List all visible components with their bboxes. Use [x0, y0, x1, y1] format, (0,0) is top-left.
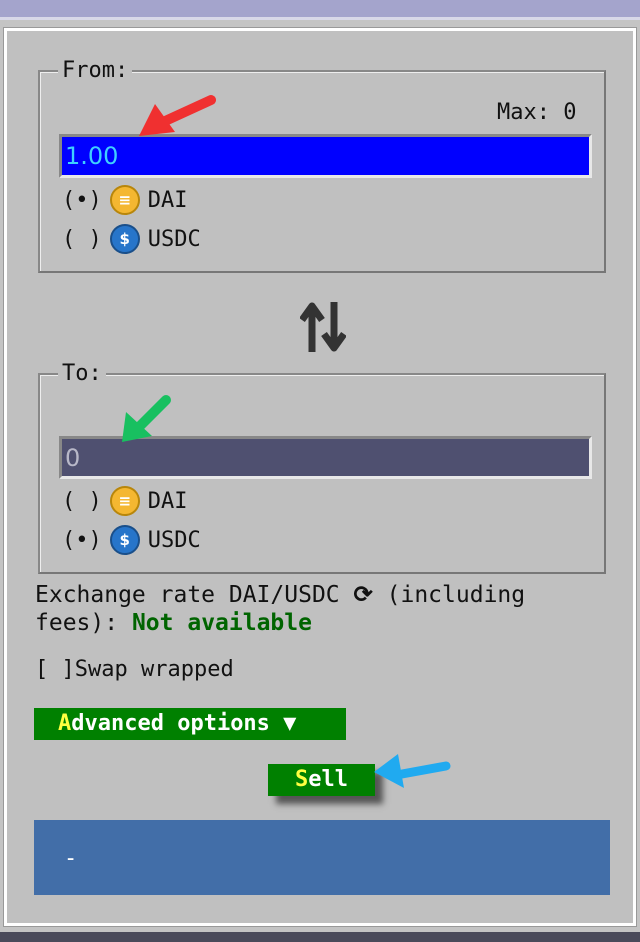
to-option-usdc[interactable]: (•) $ USDC [62, 525, 201, 555]
to-option-dai[interactable]: ( ) ≡ DAI [62, 486, 188, 516]
to-legend: To: [58, 362, 106, 386]
radio[interactable]: (•) [62, 188, 102, 213]
radio[interactable]: ( ) [62, 227, 102, 252]
status-text: - [64, 846, 78, 871]
refresh-icon[interactable]: ⟳ [354, 582, 373, 608]
dai-icon: ≡ [109, 486, 140, 516]
from-legend: From: [58, 59, 133, 83]
from-option-usdc[interactable]: ( ) $ USDC [62, 224, 201, 254]
blue-annotation-arrow-icon [374, 754, 451, 788]
token-label: USDC [147, 527, 201, 553]
sell-button[interactable]: Sell [268, 764, 375, 796]
button-label: dvanced options ▼ [71, 711, 297, 736]
hotkey: S [295, 767, 309, 792]
token-label: DAI [147, 488, 188, 514]
from-option-dai[interactable]: (•) ≡ DAI [62, 185, 188, 215]
exchange-rate-status: Not available [131, 610, 312, 636]
checkbox[interactable]: [ ] [35, 657, 75, 682]
usdc-icon: $ [109, 224, 140, 254]
fees-label: fees): [35, 610, 119, 636]
green-annotation-arrow-icon [122, 395, 171, 442]
dai-icon: ≡ [109, 185, 140, 215]
exchange-rate-including: (including [386, 582, 526, 608]
button-label: ell [308, 767, 348, 792]
red-annotation-arrow-icon [139, 95, 216, 136]
swap-vertical-arrows-icon[interactable] [300, 300, 346, 354]
exchange-rate-line1: Exchange rate DAI/USDC ⟳ (including [35, 582, 525, 608]
status-box: - [34, 820, 610, 895]
top-bar [0, 0, 640, 20]
from-amount-input[interactable]: 1.00 [59, 134, 592, 178]
radio[interactable]: ( ) [62, 489, 102, 514]
swap-wrapped-label: Swap wrapped [74, 657, 234, 682]
exchange-rate-line2: fees): Not available [35, 610, 312, 636]
bottom-bar [0, 932, 640, 942]
token-label: USDC [147, 226, 201, 252]
radio[interactable]: (•) [62, 528, 102, 553]
swap-wrapped-checkbox[interactable]: [ ]Swap wrapped [35, 657, 234, 683]
max-label[interactable]: Max: 0 [497, 100, 576, 126]
usdc-icon: $ [109, 525, 140, 555]
exchange-rate-label: Exchange rate DAI/USDC [35, 582, 340, 608]
advanced-options-button[interactable]: Advanced options ▼ [34, 708, 346, 740]
token-label: DAI [147, 187, 188, 213]
hotkey: A [58, 711, 72, 736]
